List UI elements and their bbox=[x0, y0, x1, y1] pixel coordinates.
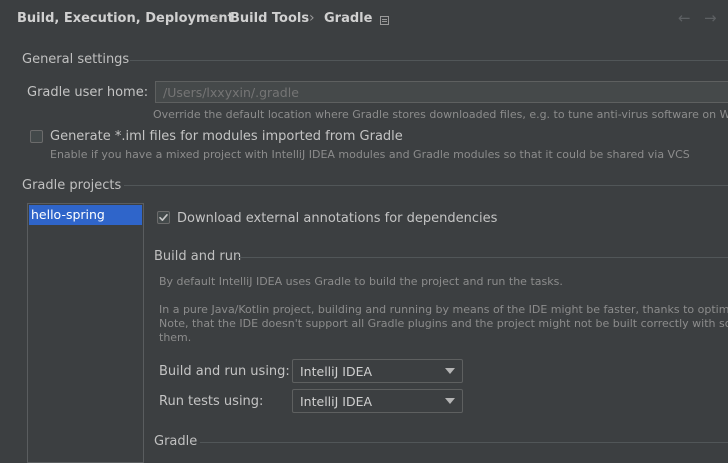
breadcrumb-item-build-execution-deployment[interactable]: Build, Execution, Deployment bbox=[17, 11, 234, 26]
section-title-general-settings: General settings bbox=[22, 52, 130, 67]
project-scope-icon bbox=[380, 14, 389, 29]
generate-iml-checkbox[interactable] bbox=[30, 130, 43, 143]
gradle-user-home-input[interactable] bbox=[155, 81, 728, 103]
breadcrumb-item-gradle: Gradle bbox=[324, 11, 373, 26]
build-run-description: By default IntelliJ IDEA uses Gradle to … bbox=[159, 275, 563, 288]
project-list-item-hello-spring[interactable]: hello-spring bbox=[29, 205, 142, 225]
run-tests-using-label: Run tests using: bbox=[159, 394, 264, 409]
section-divider bbox=[130, 60, 728, 61]
gradle-user-home-label: Gradle user home: bbox=[27, 85, 149, 100]
build-run-using-value: IntelliJ IDEA bbox=[300, 364, 373, 379]
breadcrumb-separator: › bbox=[309, 10, 315, 26]
gradle-projects-list[interactable]: hello-spring bbox=[27, 203, 144, 463]
breadcrumb-separator: › bbox=[213, 10, 219, 26]
build-run-using-dropdown[interactable]: IntelliJ IDEA bbox=[292, 359, 463, 383]
back-arrow-icon[interactable]: ← bbox=[678, 9, 691, 27]
run-tests-using-value: IntelliJ IDEA bbox=[300, 394, 373, 409]
download-annotations-checkbox[interactable] bbox=[157, 211, 170, 224]
generate-iml-label[interactable]: Generate *.iml files for modules importe… bbox=[50, 129, 403, 144]
generate-iml-hint: Enable if you have a mixed project with … bbox=[50, 148, 690, 161]
check-mark-icon bbox=[159, 214, 168, 221]
section-divider bbox=[200, 442, 728, 443]
breadcrumb-item-build-tools[interactable]: Build Tools bbox=[230, 11, 309, 26]
forward-arrow-icon[interactable]: → bbox=[704, 9, 717, 27]
build-run-description: Note, that the IDE doesn't support all G… bbox=[159, 317, 728, 330]
chevron-down-icon bbox=[445, 398, 455, 404]
section-title-build-and-run: Build and run bbox=[154, 249, 242, 264]
build-run-description: In a pure Java/Kotlin project, building … bbox=[159, 303, 728, 316]
build-run-description: them. bbox=[159, 331, 192, 344]
gradle-user-home-hint: Override the default location where Grad… bbox=[153, 108, 728, 121]
download-annotations-label[interactable]: Download external annotations for depend… bbox=[177, 211, 497, 226]
run-tests-using-dropdown[interactable]: IntelliJ IDEA bbox=[292, 389, 463, 413]
build-run-using-label: Build and run using: bbox=[159, 364, 290, 379]
section-title-gradle-projects: Gradle projects bbox=[22, 178, 122, 193]
section-divider bbox=[238, 257, 728, 258]
section-divider bbox=[124, 185, 728, 186]
chevron-down-icon bbox=[445, 368, 455, 374]
